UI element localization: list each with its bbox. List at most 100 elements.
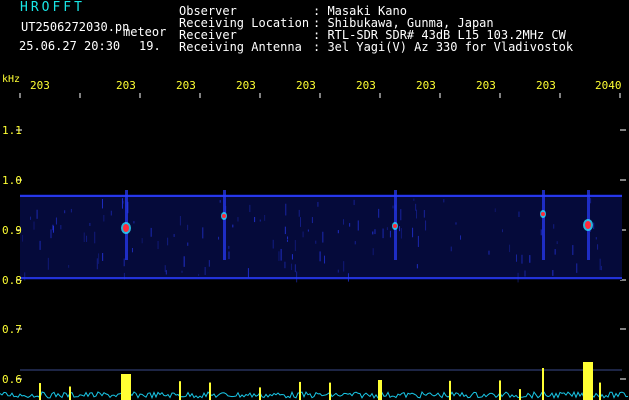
echo-column	[542, 190, 545, 260]
noise-streak	[232, 224, 234, 228]
y-tick-label: 0.8	[2, 274, 22, 287]
noise-streak	[285, 203, 287, 216]
noise-streak	[307, 229, 309, 232]
signal-spike	[599, 382, 601, 400]
noise-streak	[392, 205, 394, 209]
noise-streak	[208, 260, 210, 267]
noise-streak	[372, 248, 374, 256]
signal-spike	[39, 383, 41, 400]
signal-spike	[121, 374, 131, 400]
x-tick-label: 203	[30, 79, 50, 92]
signal-spike	[259, 387, 261, 400]
noise-streak	[518, 211, 520, 217]
noise-streak	[219, 200, 221, 203]
noise-streak	[286, 239, 288, 242]
echo-column	[223, 190, 226, 260]
noise-streak	[39, 240, 41, 250]
noise-streak	[337, 230, 339, 234]
noise-streak	[554, 249, 556, 255]
noise-streak	[459, 235, 461, 240]
noise-streak	[412, 227, 414, 238]
noise-streak	[494, 208, 496, 213]
noise-streak	[173, 234, 175, 237]
noise-streak	[60, 225, 62, 230]
noise-streak	[413, 198, 415, 201]
noise-streak	[509, 244, 511, 253]
noise-streak	[164, 265, 166, 272]
echo-core	[585, 221, 591, 229]
noise-streak	[354, 241, 356, 245]
noise-streak	[553, 224, 555, 229]
noise-streak	[517, 272, 519, 283]
noise-streak	[378, 208, 380, 218]
noise-streak	[572, 245, 574, 255]
noise-streak	[284, 261, 286, 269]
noise-streak	[595, 237, 597, 240]
noise-streak	[599, 258, 601, 271]
echo-core	[393, 224, 397, 228]
noise-streak	[33, 221, 35, 230]
noise-streak	[264, 214, 266, 221]
noise-streak	[98, 253, 100, 264]
noise-streak	[47, 257, 49, 270]
noise-streak	[183, 256, 185, 267]
noise-streak	[400, 209, 402, 221]
noise-streak	[202, 227, 204, 239]
signal-spike	[329, 382, 331, 400]
signal-spike	[179, 381, 181, 400]
noise-streak	[357, 220, 359, 231]
noise-streak	[315, 240, 317, 244]
noise-streak	[443, 199, 445, 203]
signal-spike	[499, 380, 501, 400]
noise-streak	[417, 235, 419, 247]
noise-streak	[103, 215, 105, 222]
noise-streak	[272, 239, 274, 249]
noise-streak	[123, 258, 125, 267]
noise-streak	[322, 231, 324, 243]
noise-streak	[529, 255, 531, 263]
noise-streak	[36, 209, 38, 219]
noise-streak	[187, 224, 189, 231]
noise-streak	[382, 228, 384, 239]
signal-baseline	[0, 390, 629, 400]
noise-streak	[101, 198, 103, 209]
noise-streak	[302, 231, 304, 238]
noise-streak	[249, 204, 251, 213]
echo-core	[123, 224, 129, 232]
y-tick-label: 0.9	[2, 224, 22, 237]
noise-streak	[291, 263, 293, 271]
noise-streak	[291, 254, 293, 260]
noise-streak	[415, 209, 417, 219]
noise-streak	[179, 215, 181, 226]
y-tick-label: 0.7	[2, 323, 22, 336]
noise-streak	[400, 228, 402, 239]
y-tick-label: 1.0	[2, 174, 22, 187]
noise-streak	[343, 219, 345, 225]
noise-streak	[386, 227, 388, 231]
noise-streak	[389, 230, 391, 238]
noise-streak	[157, 240, 159, 250]
noise-streak	[298, 209, 300, 217]
x-tick-label: 203	[116, 79, 136, 92]
noise-streak	[488, 250, 490, 255]
noise-streak	[94, 231, 96, 244]
noise-streak	[64, 210, 66, 214]
signal-spike	[542, 368, 544, 400]
noise-streak	[319, 251, 321, 262]
noise-streak	[521, 254, 523, 264]
signal-spike	[449, 380, 451, 400]
noise-streak	[55, 217, 57, 225]
noise-streak	[259, 219, 261, 222]
noise-streak	[287, 236, 289, 240]
band-fill	[20, 194, 622, 280]
noise-streak	[552, 270, 554, 276]
noise-streak	[372, 231, 374, 235]
signal-spike	[299, 381, 301, 400]
x-tick-label: 203	[176, 79, 196, 92]
noise-streak	[597, 244, 599, 250]
noise-streak	[70, 208, 72, 213]
noise-streak	[455, 222, 457, 225]
noise-streak	[501, 229, 503, 233]
noise-streak	[121, 198, 123, 209]
noise-streak	[284, 226, 286, 235]
